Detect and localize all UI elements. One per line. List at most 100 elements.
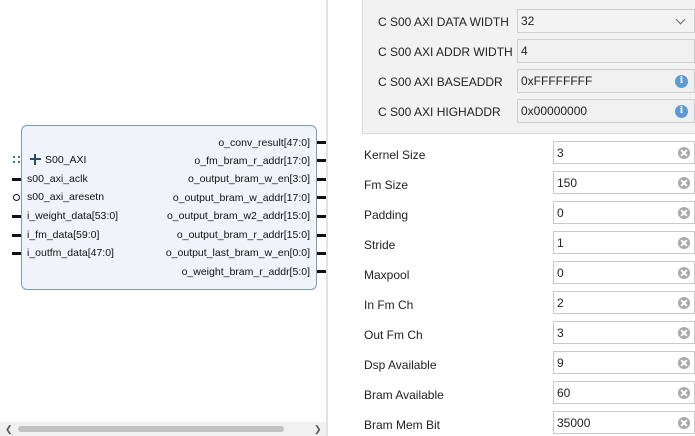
clear-icon[interactable]	[678, 237, 690, 249]
input-value: 2	[557, 296, 564, 310]
input-value: 60	[557, 386, 571, 400]
param-label: Bram Available	[364, 388, 444, 402]
highaddr-field: 0x00000000 i	[517, 99, 695, 123]
param-row-fm-size: Fm Size 150	[328, 171, 695, 201]
addr-width-field: 4	[517, 39, 695, 63]
info-icon[interactable]: i	[675, 105, 688, 118]
bus-pin-icon[interactable]	[13, 156, 20, 163]
pin-connector[interactable]	[12, 178, 21, 181]
param-row-stride: Stride 1	[328, 231, 695, 261]
clear-icon[interactable]	[678, 387, 690, 399]
parameters-panel: C S00 AXI DATA WIDTH 32 C S00 AXI ADDR W…	[328, 0, 695, 436]
param-row-in-fm-ch: In Fm Ch 2	[328, 291, 695, 321]
clear-icon[interactable]	[678, 417, 690, 429]
input-value: 9	[557, 356, 564, 370]
padding-input[interactable]: 0	[553, 201, 695, 224]
pin-connector[interactable]	[317, 215, 326, 218]
pin-connector[interactable]	[317, 252, 326, 255]
input-value: 3	[557, 326, 564, 340]
pin-connector[interactable]	[317, 141, 326, 144]
pin-connector[interactable]	[12, 215, 21, 218]
param-row-dsp-available: Dsp Available 9	[328, 351, 695, 381]
param-label: Kernel Size	[364, 148, 426, 162]
param-label: Maxpool	[364, 268, 410, 282]
clear-icon[interactable]	[678, 177, 690, 189]
param-row-baseaddr: C S00 AXI BASEADDR 0xFFFFFFFF i	[363, 67, 695, 97]
axi-parameters-group: C S00 AXI DATA WIDTH 32 C S00 AXI ADDR W…	[362, 0, 695, 134]
param-label: C S00 AXI BASEADDR	[378, 75, 503, 89]
param-row-kernel-size: Kernel Size 3	[328, 141, 695, 171]
clear-icon[interactable]	[678, 357, 690, 369]
port-label: S00_AXI	[45, 154, 87, 166]
param-label: Dsp Available	[364, 358, 437, 372]
port-s00-axi-aclk: s00_axi_aclk	[27, 173, 88, 185]
scroll-right-icon[interactable]: ❯	[314, 425, 322, 434]
input-value: 0	[557, 266, 564, 280]
data-width-dropdown[interactable]: 32	[517, 9, 695, 33]
bram-available-input[interactable]: 60	[553, 381, 695, 404]
param-row-padding: Padding 0	[328, 201, 695, 231]
port-o-conv-result: o_conv_result[47:0]	[218, 137, 310, 149]
param-row-out-fm-ch: Out Fm Ch 3	[328, 321, 695, 351]
bram-mem-bit-input[interactable]: 35000	[553, 411, 695, 434]
port-s00-axi[interactable]: S00_AXI	[27, 153, 86, 167]
port-o-output-bram-w-en: o_output_bram_w_en[3:0]	[187, 173, 310, 185]
input-value: 1	[557, 236, 564, 250]
port-i-weight-data: i_weight_data[53:0]	[27, 210, 119, 222]
port-s00-axi-aresetn: s00_axi_aresetn	[27, 191, 105, 203]
clear-icon[interactable]	[678, 147, 690, 159]
param-row-data-width: C S00 AXI DATA WIDTH 32	[363, 7, 695, 37]
expand-plus-icon[interactable]	[30, 154, 41, 165]
clear-icon[interactable]	[678, 267, 690, 279]
param-row-highaddr: C S00 AXI HIGHADDR 0x00000000 i	[363, 97, 695, 127]
clear-icon[interactable]	[678, 207, 690, 219]
clear-icon[interactable]	[678, 297, 690, 309]
input-value: 3	[557, 146, 564, 160]
in-fm-ch-input[interactable]: 2	[553, 291, 695, 314]
param-label: C S00 AXI HIGHADDR	[378, 105, 501, 119]
param-label: Padding	[364, 208, 409, 222]
ip-customization-window: S00_AXI s00_axi_aclk s00_axi_aresetn i_w…	[0, 0, 695, 436]
param-label: Stride	[364, 238, 396, 252]
stride-input[interactable]: 1	[553, 231, 695, 254]
pin-connector[interactable]	[317, 196, 326, 199]
clear-icon[interactable]	[678, 327, 690, 339]
info-icon[interactable]: i	[675, 75, 688, 88]
kernel-size-input[interactable]: 3	[553, 141, 695, 164]
param-row-bram-mem-bit: Bram Mem Bit 35000	[328, 411, 695, 436]
field-value: 0x00000000	[521, 104, 588, 118]
port-o-output-bram-w2-addr: o_output_bram_w2_addr[15:0]	[166, 210, 310, 222]
fm-size-input[interactable]: 150	[553, 171, 695, 194]
pin-connector[interactable]	[317, 234, 326, 237]
maxpool-input[interactable]: 0	[553, 261, 695, 284]
port-o-weight-bram-r-addr: o_weight_bram_r_addr[5:0]	[181, 266, 310, 278]
port-i-fm-data: i_fm_data[59:0]	[27, 229, 100, 241]
input-value: 35000	[557, 416, 591, 430]
scrollbar-thumb[interactable]	[18, 426, 284, 432]
param-label: Bram Mem Bit	[364, 418, 441, 432]
field-value: 0xFFFFFFFF	[521, 74, 593, 88]
param-row-addr-width: C S00 AXI ADDR WIDTH 4	[363, 37, 695, 67]
pin-connector[interactable]	[317, 159, 326, 162]
dsp-available-input[interactable]: 9	[553, 351, 695, 374]
horizontal-scrollbar[interactable]: ❮ ❯	[0, 422, 326, 436]
input-value: 150	[557, 176, 578, 190]
chevron-down-icon[interactable]	[675, 14, 686, 25]
param-label: C S00 AXI DATA WIDTH	[378, 15, 509, 29]
port-o-output-last-bram-w-en: o_output_last_bram_w_en[0:0]	[165, 247, 310, 259]
ip-block[interactable]: S00_AXI s00_axi_aclk s00_axi_aresetn i_w…	[21, 125, 317, 290]
param-label: Out Fm Ch	[364, 328, 423, 342]
baseaddr-field: 0xFFFFFFFF i	[517, 69, 695, 93]
field-value: 4	[521, 44, 528, 58]
port-o-output-bram-r-addr: o_output_bram_r_addr[15:0]	[176, 229, 310, 241]
block-diagram-canvas[interactable]: S00_AXI s00_axi_aclk s00_axi_aresetn i_w…	[0, 0, 326, 436]
inverted-pin-icon[interactable]	[13, 194, 20, 201]
param-label: C S00 AXI ADDR WIDTH	[378, 45, 513, 59]
out-fm-ch-input[interactable]: 3	[553, 321, 695, 344]
pin-connector[interactable]	[317, 178, 326, 181]
pin-connector[interactable]	[317, 270, 326, 273]
pin-connector[interactable]	[12, 252, 21, 255]
port-o-fm-bram-r-addr: o_fm_bram_r_addr[17:0]	[194, 155, 310, 167]
pin-connector[interactable]	[12, 234, 21, 237]
scroll-left-icon[interactable]: ❮	[5, 425, 13, 434]
